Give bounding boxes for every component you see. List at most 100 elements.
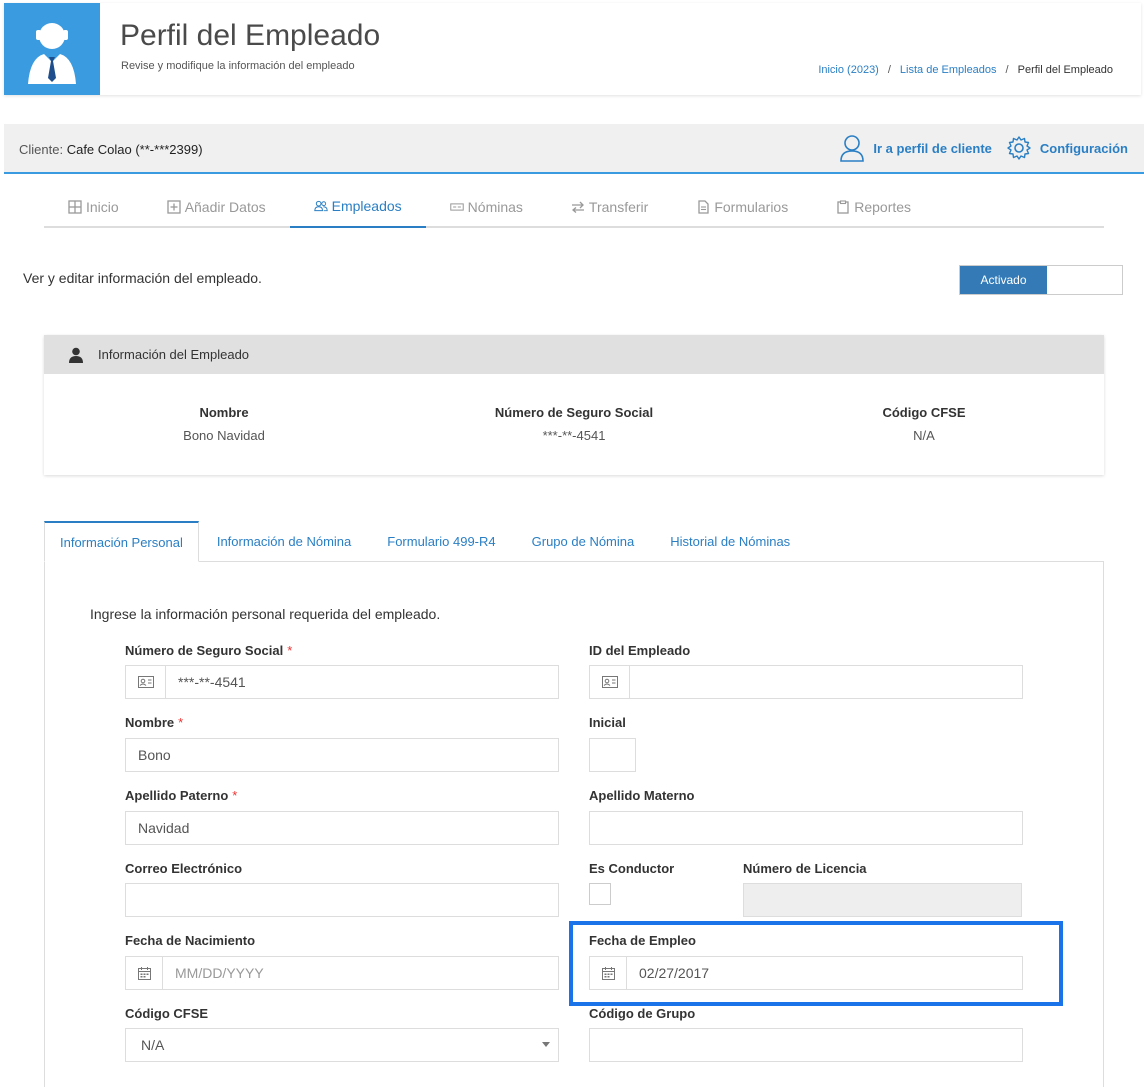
employee-ssn-label: Número de Seguro Social [494,405,654,420]
employee-cfse-value: N/A [913,428,935,443]
nav-item-label: Inicio [86,199,119,215]
employee-info-card: Información del Empleado Nombre Bono Nav… [44,335,1104,475]
nav-item-inicio[interactable]: Inicio [44,186,143,228]
nav-item-label: Añadir Datos [184,199,266,215]
group-code-input[interactable] [589,1028,1023,1062]
license-input [743,883,1022,917]
birth-date-label: Fecha de Nacimiento [125,933,256,948]
first-name-label-text: Nombre [125,715,175,730]
calendar-icon [126,957,163,989]
nav-item-label: Transferir [588,199,649,215]
ssn-input-value: ***-**-4541 [178,674,246,690]
client-profile-link-label: Ir a perfil de cliente [873,140,992,156]
nav-item-nominas[interactable]: Nóminas [426,186,547,228]
employee-name-value: Bono Navidad [183,428,265,443]
client-bar: Cliente: Cafe Colao (**-***2399) Ir a pe… [4,124,1144,174]
nav-item-label: Reportes [854,199,912,215]
nav-item-label: Formularios [714,199,789,215]
form-tabs: Información Personal Información de Nómi… [44,521,1104,562]
nav-item-reportes[interactable]: Reportes [812,186,935,228]
breadcrumb: Inicio (2023) / Lista de Empleados / Per… [818,64,1113,76]
breadcrumb-employee-list-link[interactable]: Lista de Empleados [900,64,997,76]
page-subtitle: Revise y modifique la información del em… [121,60,355,72]
cfse-code-select[interactable]: N/A [125,1028,559,1062]
client-profile-link[interactable]: Ir a perfil de cliente [839,134,992,162]
breadcrumb-separator: / [1005,64,1009,76]
users-icon [313,200,328,212]
view-edit-text: Ver y editar información del empleado. [23,270,262,286]
required-marker: * [287,643,293,658]
driver-label: Es Conductor [589,861,675,876]
breadcrumb-home-link[interactable]: Inicio (2023) [818,64,879,76]
driver-checkbox[interactable] [589,883,611,905]
group-code-label: Código de Grupo [589,1006,696,1021]
gear-icon [1007,136,1031,160]
first-name-value: Bono [138,747,171,763]
plus-square-icon [167,200,181,214]
employee-name-column: Nombre Bono Navidad [74,405,374,443]
tab-grupo-nomina[interactable]: Grupo de Nómina [514,521,653,562]
tab-historial-nominas[interactable]: Historial de Nóminas [652,521,808,562]
employee-name-label: Nombre [199,405,249,420]
transfer-icon [571,201,584,213]
form-intro: Ingrese la información personal requerid… [90,606,441,622]
page-header: Perfil del Empleado Revise y modifique l… [4,3,1141,95]
clipboard-icon [837,200,849,214]
initial-input[interactable] [589,738,636,772]
employee-cfse-label: Código CFSE [882,405,966,420]
employee-info-card-header: Información del Empleado [44,335,1104,374]
main-nav: Inicio Añadir Datos Empleados Nóminas Tr… [44,186,1104,228]
grid-icon [68,200,82,214]
breadcrumb-separator: / [887,64,891,76]
nav-item-transferir[interactable]: Transferir [547,186,672,228]
document-icon [698,200,709,214]
nav-item-empleados[interactable]: Empleados [289,186,426,228]
birth-date-input[interactable]: MM/DD/YYYY [125,956,559,990]
email-input[interactable] [125,883,559,917]
employee-id-label: ID del Empleado [589,643,691,658]
active-toggle-label: Activado [960,266,1047,294]
id-card-icon [590,666,630,698]
employee-cfse-column: Código CFSE N/A [774,405,1074,443]
nav-item-anadir-datos[interactable]: Añadir Datos [143,186,290,228]
last-name-label: Apellido Paterno * [125,788,237,803]
employee-ssn-column: Número de Seguro Social ***-**-4541 [424,405,724,443]
active-toggle[interactable]: Activado [959,265,1123,295]
last-name-input[interactable]: Navidad [125,811,559,845]
id-card-icon [126,666,166,698]
nav-item-label: Empleados [331,198,402,214]
cfse-code-selected-value: N/A [141,1037,165,1053]
client-name: Cafe Colao (**-***2399) [66,142,203,157]
configuration-link[interactable]: Configuración [1006,135,1128,161]
user-outline-icon [840,135,865,162]
configuration-link-label: Configuración [1039,140,1128,156]
tab-informacion-nomina[interactable]: Información de Nómina [199,521,369,562]
employee-info-card-title: Información del Empleado [98,347,250,362]
client-label: Cliente: Cafe Colao (**-***2399) [19,142,203,157]
required-marker: * [178,715,184,730]
ssn-label: Número de Seguro Social * [125,643,292,658]
client-label-prefix: Cliente: [19,142,64,157]
tab-formulario-499[interactable]: Formulario 499-R4 [369,521,513,562]
required-marker: * [232,788,238,803]
email-label: Correo Electrónico [125,861,243,876]
chevron-down-icon [542,1042,550,1047]
maternal-name-label: Apellido Materno [589,788,695,803]
page-title: Perfil del Empleado [120,19,381,52]
first-name-label: Nombre * [125,715,183,730]
initial-label: Inicial [589,715,626,730]
user-icon [69,347,83,363]
maternal-name-input[interactable] [589,811,1023,845]
last-name-value: Navidad [138,820,190,836]
ssn-label-text: Número de Seguro Social [125,643,284,658]
hire-date-highlight-box [569,921,1063,1006]
ssn-input[interactable]: ***-**-4541 [125,665,559,699]
employee-id-input[interactable] [589,665,1023,699]
employee-avatar-icon [4,3,100,95]
nav-item-formularios[interactable]: Formularios [672,186,812,228]
first-name-input[interactable]: Bono [125,738,559,772]
employee-ssn-value: ***-**-4541 [542,428,606,443]
birth-date-placeholder: MM/DD/YYYY [175,965,264,981]
cfse-code-label: Código CFSE [125,1006,209,1021]
tab-informacion-personal[interactable]: Información Personal [44,521,199,562]
